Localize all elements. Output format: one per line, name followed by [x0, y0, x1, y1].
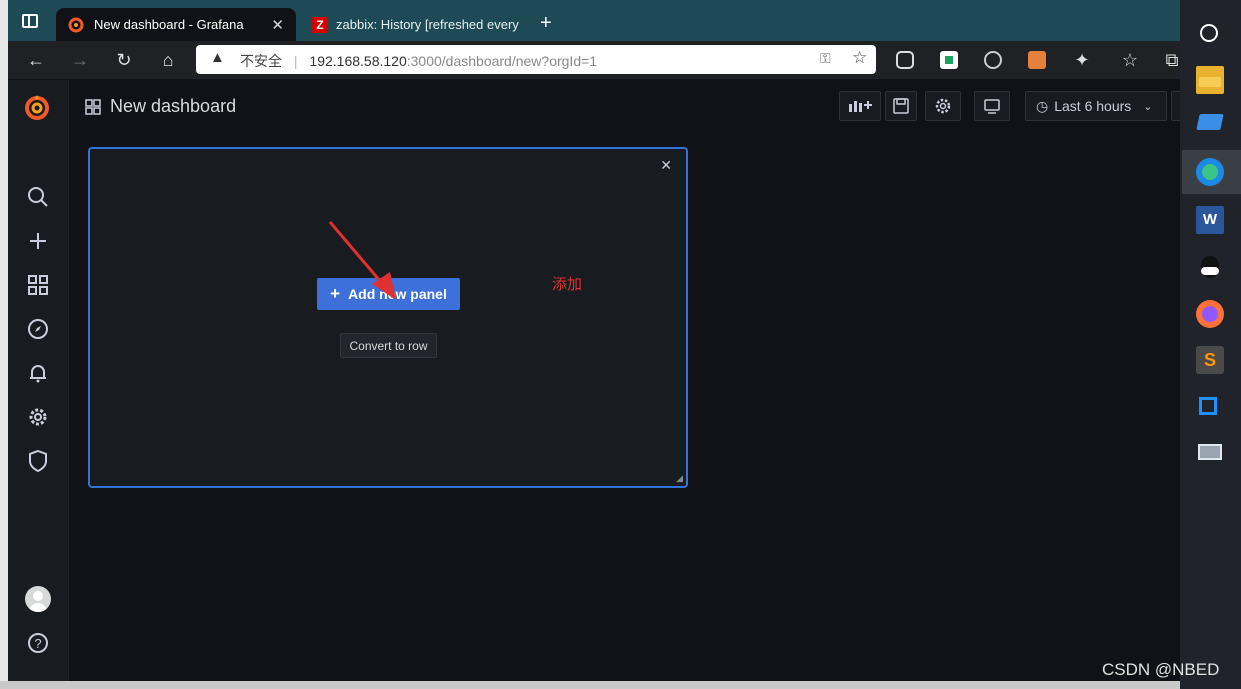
extension-icon[interactable] [940, 51, 958, 69]
dashboard-grid-icon [85, 99, 101, 115]
remote-desktop-icon[interactable] [1196, 440, 1224, 468]
grafana-sidemenu: ? [8, 80, 69, 681]
background-window-strip [0, 681, 1180, 689]
this-pc-icon[interactable] [1196, 110, 1224, 138]
file-explorer-icon[interactable] [1196, 66, 1224, 94]
add-panel-icon [849, 101, 872, 112]
svg-text:?: ? [34, 636, 41, 651]
zoom-out-button[interactable] [1171, 91, 1180, 121]
monitor-icon [984, 99, 1000, 114]
browser-window: New dashboard - Grafana ✕ Z zabbix: Hist… [8, 0, 1180, 681]
collections-icon[interactable]: ⧉ [1158, 46, 1180, 74]
add-favorite-icon[interactable]: ☆ [852, 48, 867, 68]
close-icon[interactable]: ✕ [660, 157, 672, 174]
tab-bar: New dashboard - Grafana ✕ Z zabbix: Hist… [8, 0, 1180, 41]
key-icon[interactable]: ⚿ [820, 50, 831, 67]
configuration-gear-icon[interactable] [25, 404, 51, 430]
new-panel-card: ✕ ◢ [88, 147, 688, 488]
warning-icon: ▲ [210, 49, 225, 66]
grafana-logo-icon[interactable] [22, 92, 52, 122]
word-icon[interactable]: W [1196, 206, 1224, 234]
save-dashboard-button[interactable] [885, 91, 917, 121]
chevron-down-icon: ⌄ [1143, 100, 1153, 113]
explore-compass-icon[interactable] [25, 316, 51, 342]
qq-icon[interactable] [1196, 254, 1224, 282]
cortana-circle-icon[interactable] [1200, 24, 1218, 42]
tab-zabbix[interactable]: Z zabbix: History [refreshed every [300, 8, 530, 41]
csdn-watermark: CSDN @NBED [1102, 660, 1220, 679]
url-host: 192.168.58.120 [309, 53, 407, 69]
help-icon[interactable]: ? [25, 630, 51, 656]
alerting-bell-icon[interactable] [25, 360, 51, 386]
url-path: :3000/dashboard/new?orgId=1 [406, 53, 598, 69]
virtualbox-icon[interactable] [1196, 394, 1224, 422]
dashboard-settings-button[interactable] [925, 91, 961, 121]
gear-icon [935, 98, 951, 114]
user-avatar[interactable] [25, 586, 51, 612]
extension-icon[interactable] [896, 51, 914, 69]
forward-icon[interactable]: → [66, 46, 94, 74]
time-range-label: Last 6 hours [1054, 98, 1132, 114]
annotation-note: 添加 [552, 276, 583, 293]
home-icon[interactable]: ⌂ [154, 46, 182, 74]
refresh-icon[interactable]: ↻ [110, 46, 138, 74]
search-icon[interactable] [25, 184, 51, 210]
sublime-text-icon[interactable]: S [1196, 346, 1224, 374]
dashboards-grid-icon[interactable] [25, 272, 51, 298]
tv-mode-button[interactable] [974, 91, 1010, 121]
background-window-edge [0, 0, 8, 689]
back-icon[interactable]: ← [22, 46, 50, 74]
close-tab-icon[interactable]: ✕ [271, 16, 284, 34]
edge-browser-icon[interactable] [1196, 158, 1224, 186]
dashboard-title[interactable]: New dashboard [110, 96, 236, 117]
server-admin-shield-icon[interactable] [25, 448, 51, 474]
add-panel-button[interactable] [839, 91, 881, 121]
extension-icon[interactable] [984, 51, 1002, 69]
grafana-favicon-icon [68, 17, 84, 32]
tab-actions-icon[interactable] [22, 14, 38, 28]
create-plus-icon[interactable] [25, 228, 51, 254]
extension-icon[interactable] [1028, 51, 1046, 69]
annotation-arrow [328, 221, 396, 300]
zabbix-favicon-icon: Z [312, 16, 328, 33]
clock-icon: ◷ [1036, 97, 1049, 114]
save-icon [893, 98, 909, 114]
time-range-picker[interactable]: ◷ Last 6 hours ⌄ [1025, 91, 1167, 121]
resize-handle-icon[interactable]: ◢ [676, 473, 683, 484]
tab-title: zabbix: History [refreshed every [336, 17, 519, 32]
new-tab-icon[interactable]: + [540, 12, 552, 35]
favorites-icon[interactable]: ☆ [1116, 46, 1144, 74]
tab-grafana[interactable]: New dashboard - Grafana ✕ [56, 8, 296, 41]
firefox-icon[interactable] [1196, 300, 1224, 328]
security-label: 不安全 [240, 53, 282, 69]
tab-title: New dashboard - Grafana [94, 17, 244, 32]
windows-taskbar [1180, 0, 1241, 689]
extensions-puzzle-icon[interactable]: ✦ [1068, 46, 1096, 74]
url-bar[interactable]: ▲ 不安全 | 192.168.58.120:3000/dashboard/ne… [196, 45, 876, 74]
convert-to-row-button[interactable]: Convert to row [340, 333, 437, 358]
